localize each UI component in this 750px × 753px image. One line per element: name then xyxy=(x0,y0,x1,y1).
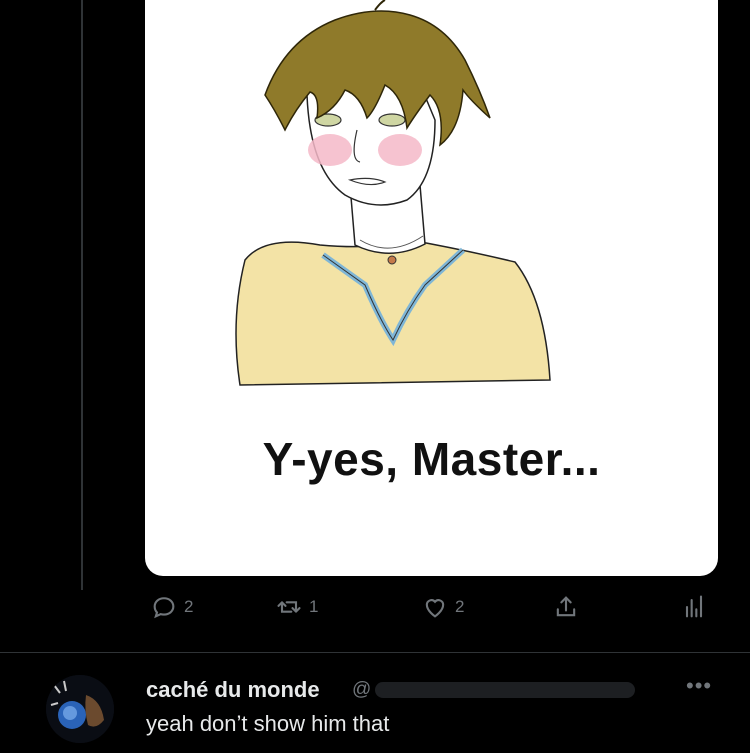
views-icon xyxy=(685,595,703,618)
reply-button[interactable]: 2 xyxy=(150,589,193,625)
reply-author-name[interactable]: caché du monde xyxy=(146,677,320,703)
like-button[interactable]: 2 xyxy=(421,589,464,625)
post-image[interactable]: Y-yes, Master... xyxy=(145,0,718,576)
reply-count: 2 xyxy=(184,597,194,616)
meme-drawing xyxy=(235,0,551,386)
post-action-bar: 2 1 2 xyxy=(145,589,718,625)
retweet-icon xyxy=(277,601,301,613)
divider xyxy=(0,652,750,653)
like-icon xyxy=(425,599,445,618)
retweet-count: 1 xyxy=(309,597,319,616)
redacted-handle xyxy=(375,681,636,698)
views-button[interactable] xyxy=(680,589,708,625)
reply-tweet[interactable]: caché du monde @ ••• yeah don’t show him… xyxy=(0,665,750,753)
avatar-image xyxy=(46,675,114,743)
share-icon xyxy=(556,596,576,617)
image-caption: Y-yes, Master... xyxy=(262,433,601,485)
reply-text: yeah don’t show him that xyxy=(146,711,390,736)
handle-prefix: @ xyxy=(352,679,372,700)
like-count: 2 xyxy=(455,597,465,616)
thread-connector-line xyxy=(81,0,83,590)
reply-icon xyxy=(153,597,175,619)
more-options-button[interactable]: ••• xyxy=(686,673,712,699)
reply-author-handle: @ xyxy=(352,679,652,701)
avatar[interactable] xyxy=(46,675,114,743)
retweet-button[interactable]: 1 xyxy=(275,589,318,625)
more-icon: ••• xyxy=(686,673,713,698)
share-button[interactable] xyxy=(552,589,580,625)
